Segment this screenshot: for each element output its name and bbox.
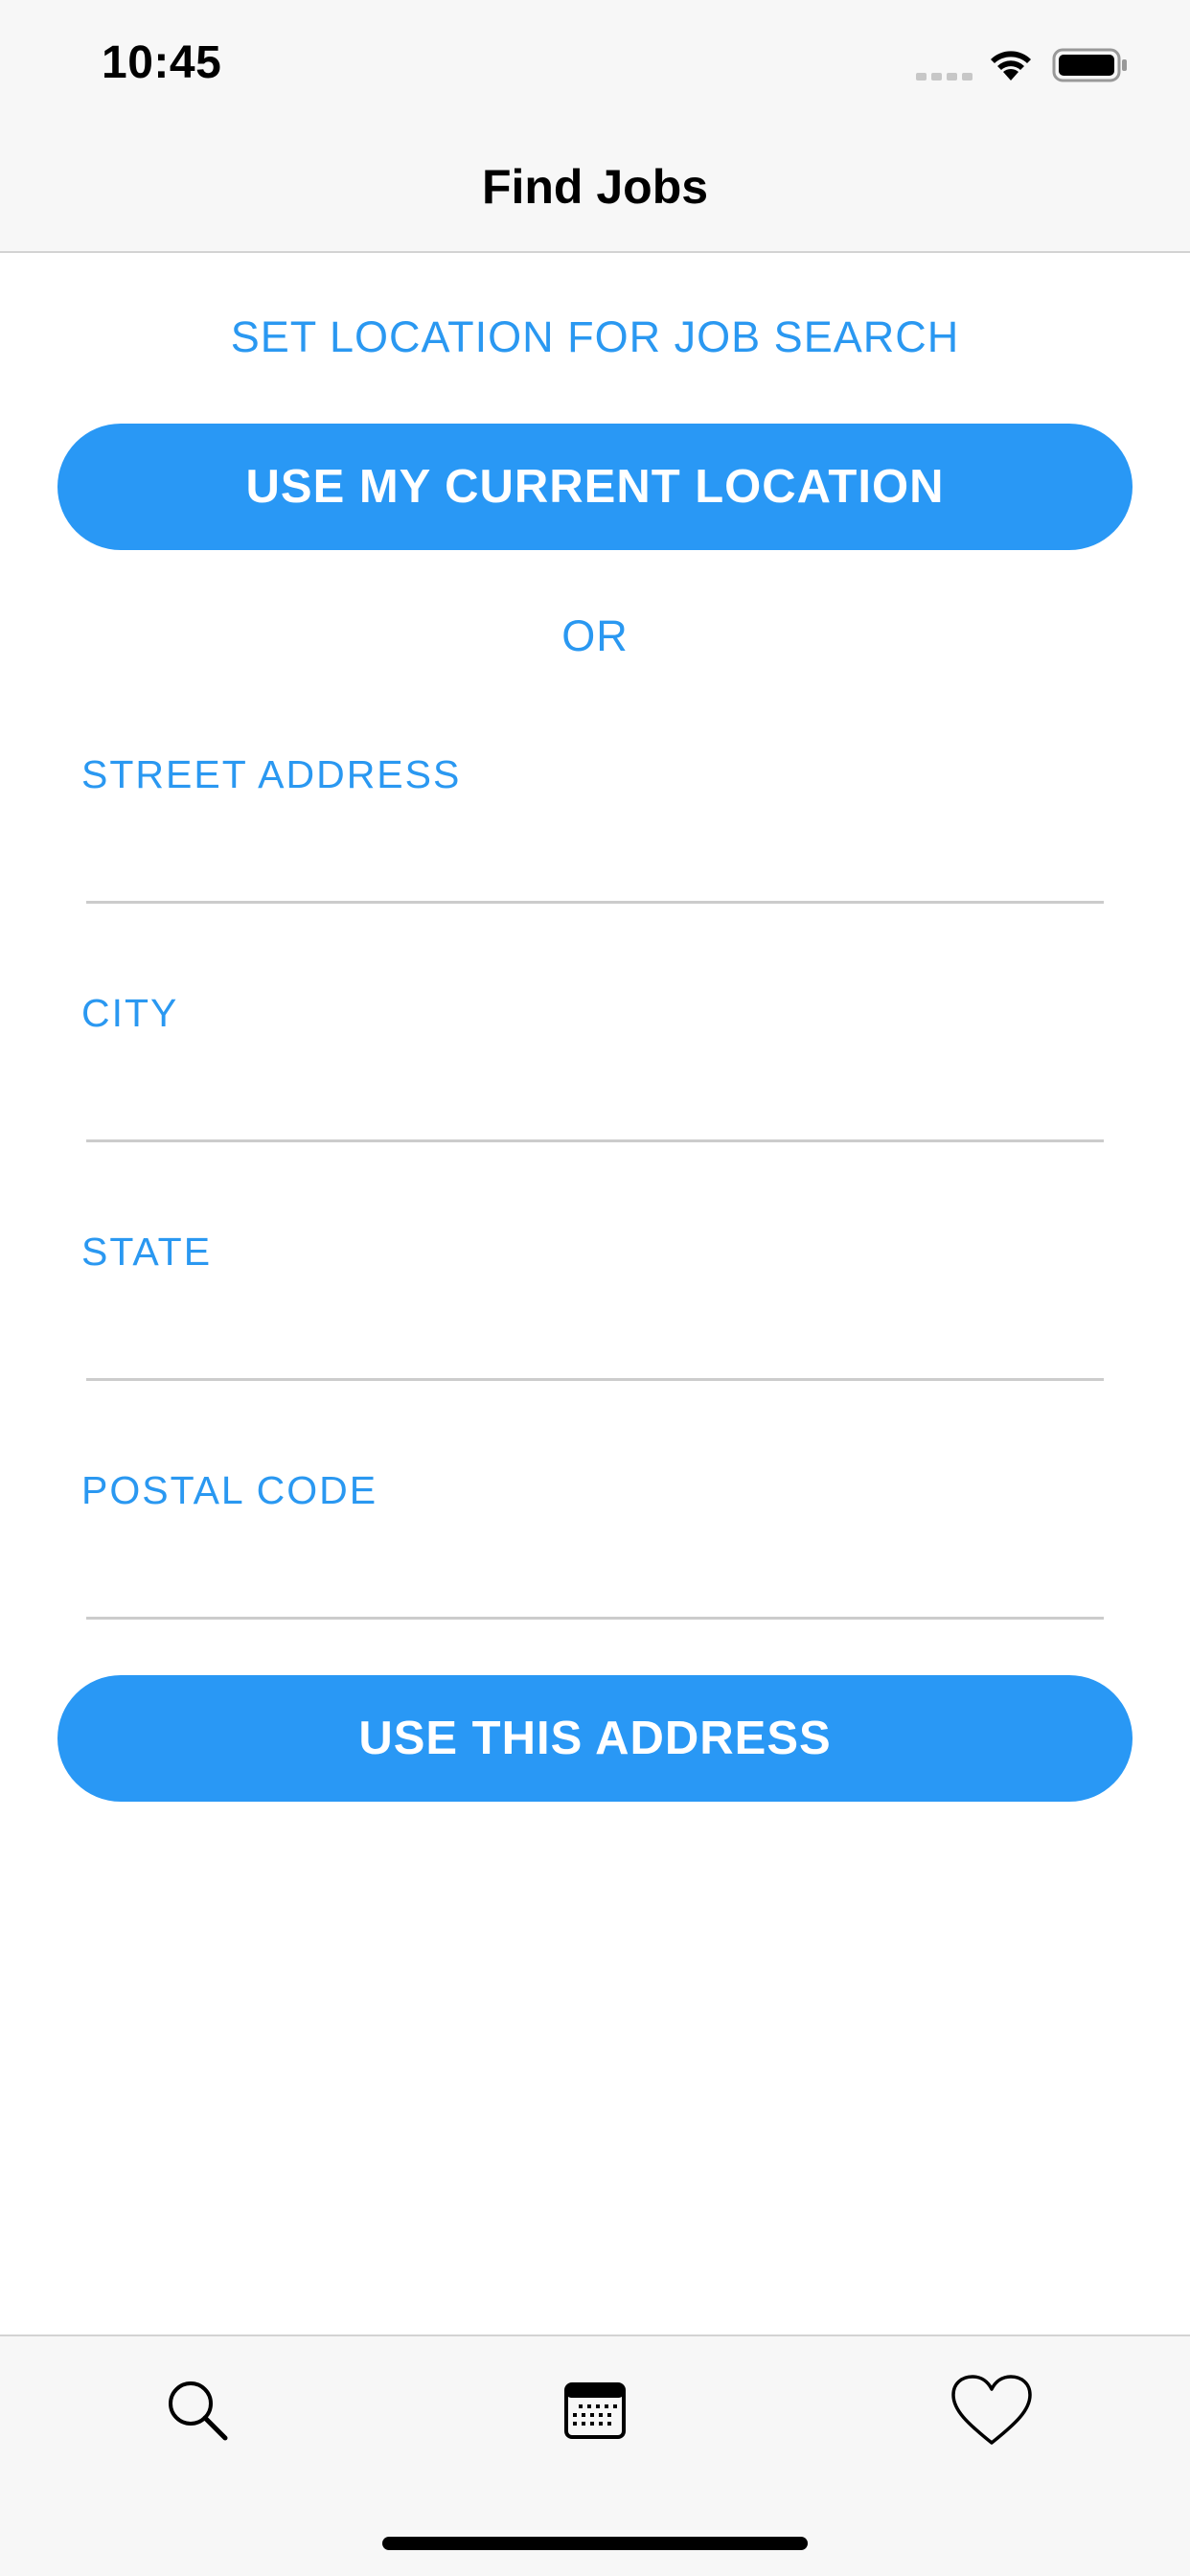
city-field: CITY [80,991,1104,1183]
use-this-address-button[interactable]: USE THIS ADDRESS [57,1675,1133,1802]
navigation-bar: Find Jobs [0,126,1190,253]
cellular-signal-icon [916,73,973,80]
calendar-icon [564,2382,626,2439]
state-field: STATE [80,1230,1104,1421]
tab-favorites[interactable] [934,2358,1049,2463]
tab-search[interactable] [140,2358,255,2463]
or-label: OR [561,611,629,660]
street-address-input[interactable] [86,802,1104,869]
postal-code-label: POSTAL CODE [81,1468,378,1512]
use-current-location-button[interactable]: USE MY CURRENT LOCATION [57,424,1133,550]
city-input[interactable] [86,1041,1104,1108]
state-input[interactable] [86,1279,1104,1346]
street-address-field: STREET ADDRESS [80,752,1104,944]
state-underline [86,1378,1104,1381]
status-bar: 10:45 [0,0,1190,126]
location-heading: SET LOCATION FOR JOB SEARCH [230,312,960,361]
heart-icon [951,2375,1032,2445]
city-label: CITY [81,991,179,1035]
wifi-icon [991,51,1031,80]
tab-bar [0,2334,1190,2576]
street-address-label: STREET ADDRESS [81,752,462,796]
city-underline [86,1139,1104,1142]
postal-code-field: POSTAL CODE [80,1468,1104,1660]
postal-code-input[interactable] [86,1518,1104,1585]
tab-calendar[interactable] [538,2358,652,2463]
page-title: Find Jobs [481,160,709,214]
search-icon [169,2381,228,2441]
battery-icon [1052,48,1127,82]
status-time: 10:45 [102,37,222,88]
state-label: STATE [81,1230,213,1274]
street-address-underline [86,901,1104,904]
postal-code-underline [86,1617,1104,1620]
home-indicator [382,2537,808,2550]
